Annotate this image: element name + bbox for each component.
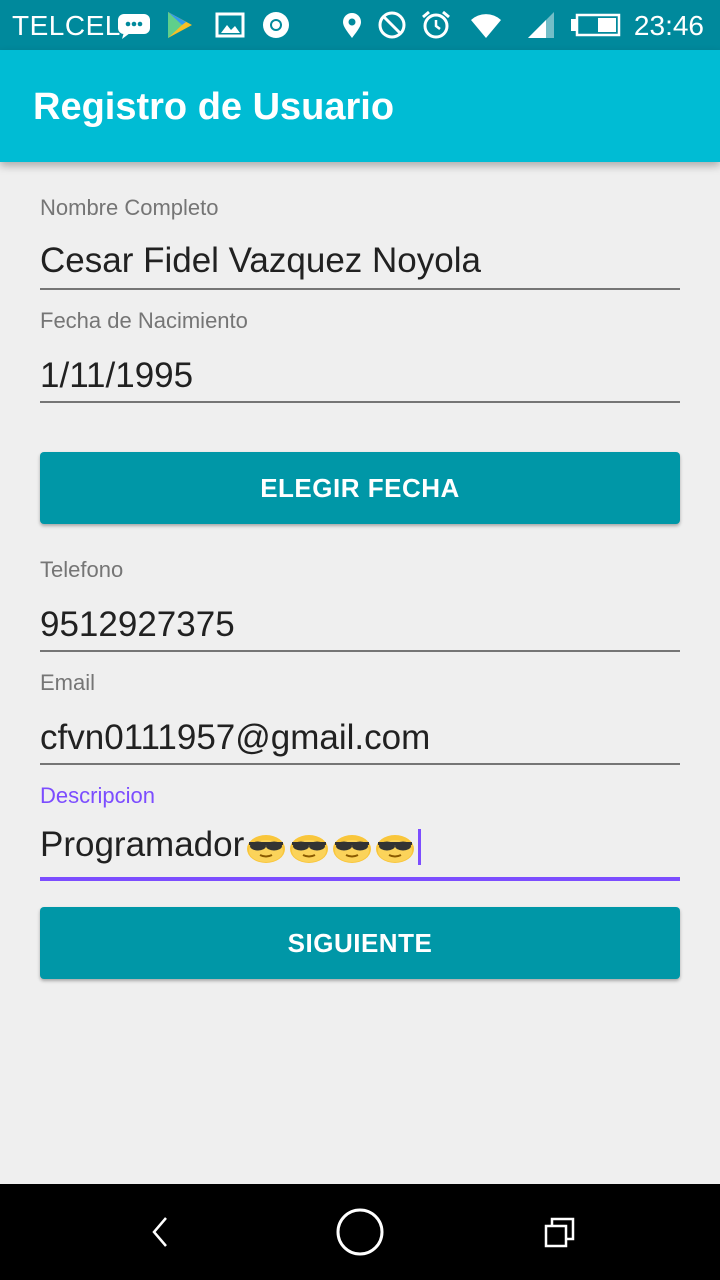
navigation-bar xyxy=(0,1184,720,1280)
do-not-disturb-icon xyxy=(376,10,408,40)
description-text: Programador xyxy=(40,825,245,864)
description-field[interactable]: Descripcion Programador xyxy=(40,783,680,883)
email-label: Email xyxy=(40,670,96,695)
phone-underline xyxy=(40,650,680,652)
email-underline xyxy=(40,763,680,765)
full-name-input[interactable]: Cesar Fidel Vazquez Noyola xyxy=(40,241,481,281)
phone-field[interactable]: Telefono 9512927375 xyxy=(40,557,680,657)
page-title: Registro de Usuario xyxy=(33,86,395,128)
app-bar: Registro de Usuario xyxy=(0,50,720,162)
email-field[interactable]: Email cfvn0111957@gmail.com xyxy=(40,670,680,770)
birth-date-field[interactable]: Fecha de Nacimiento 1/11/1995 xyxy=(40,308,680,408)
description-label: Descripcion xyxy=(40,783,155,808)
alarm-icon xyxy=(420,10,452,40)
recents-icon[interactable] xyxy=(500,1184,620,1280)
clock: 23:46 xyxy=(633,10,704,41)
chrome-icon xyxy=(260,10,292,40)
description-input[interactable]: Programador xyxy=(40,825,422,865)
wifi-icon xyxy=(470,10,502,40)
phone-label: Telefono xyxy=(40,557,124,582)
full-name-label: Nombre Completo xyxy=(40,195,219,220)
carrier-name: TELCEL xyxy=(12,10,121,41)
description-underline xyxy=(40,877,680,881)
birth-date-input[interactable]: 1/11/1995 xyxy=(40,356,193,396)
status-bar: TELCEL 23:46 xyxy=(0,0,720,50)
description-emoji-row xyxy=(245,830,416,864)
full-name-underline xyxy=(40,288,680,290)
home-icon[interactable] xyxy=(300,1184,420,1280)
play-store-icon xyxy=(164,10,196,40)
birth-date-underline xyxy=(40,401,680,403)
next-button[interactable]: SIGUIENTE xyxy=(40,907,680,979)
pick-date-button[interactable]: ELEGIR FECHA xyxy=(40,452,680,524)
message-icon xyxy=(116,10,152,40)
sunglasses-face-emoji xyxy=(374,830,416,864)
text-cursor xyxy=(418,828,422,865)
signal-icon xyxy=(524,10,556,40)
gallery-icon xyxy=(214,10,246,40)
sunglasses-face-emoji xyxy=(331,830,373,864)
sunglasses-face-emoji xyxy=(245,830,287,864)
email-input[interactable]: cfvn0111957@gmail.com xyxy=(40,718,430,758)
phone-input[interactable]: 9512927375 xyxy=(40,605,235,645)
full-name-field[interactable]: Nombre Completo Cesar Fidel Vazquez Noyo… xyxy=(40,195,680,295)
battery-icon xyxy=(570,10,622,40)
birth-date-label: Fecha de Nacimiento xyxy=(40,308,248,333)
sunglasses-face-emoji xyxy=(288,830,330,864)
back-icon[interactable] xyxy=(100,1184,220,1280)
location-icon xyxy=(336,10,368,40)
